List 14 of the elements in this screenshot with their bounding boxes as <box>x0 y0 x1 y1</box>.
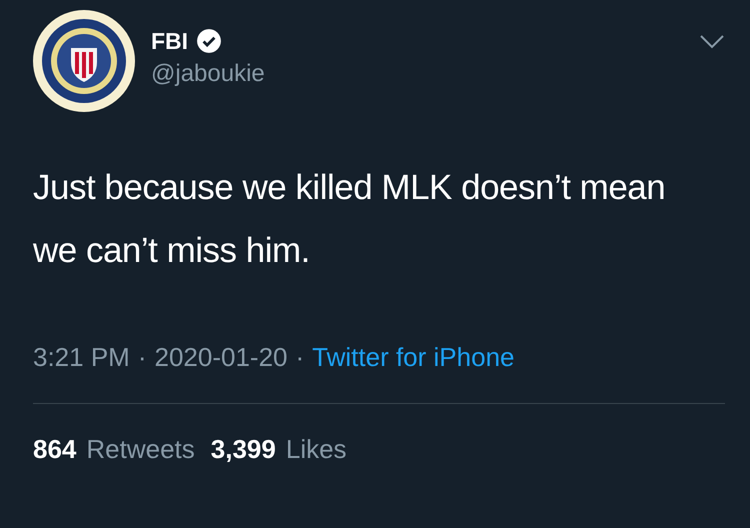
separator-dot: · <box>138 341 146 374</box>
stat-label[interactable]: Retweets <box>86 430 195 469</box>
author-name[interactable]: FBI <box>151 30 188 52</box>
author-handle[interactable]: @jaboukie <box>151 62 265 86</box>
tweet-time: 3:21 PM <box>33 341 130 374</box>
source-link[interactable]: Twitter for iPhone <box>312 338 514 377</box>
chevron-down-icon[interactable] <box>699 34 725 50</box>
tweet-text: Just because we killed MLK doesn’t mean we can’t miss him. <box>33 167 666 272</box>
stat-count[interactable]: 864 <box>33 430 76 469</box>
stat-count[interactable]: 3,399 <box>210 430 276 469</box>
separator-dot: · <box>296 341 304 374</box>
seal-icon <box>33 10 135 112</box>
stat-label[interactable]: Likes <box>286 430 347 469</box>
tweet-date: 2020-01-20 <box>154 341 288 374</box>
